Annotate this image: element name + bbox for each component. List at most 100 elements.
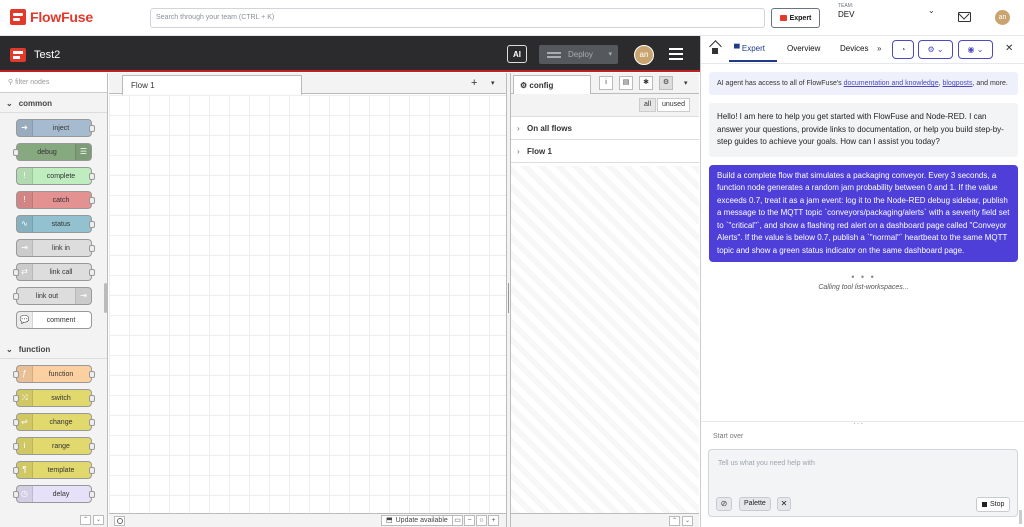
link-in-icon: ⇥ xyxy=(17,240,33,256)
input-port xyxy=(13,491,19,498)
menu-icon[interactable] xyxy=(669,48,683,60)
comment-icon: 💬 xyxy=(17,312,33,328)
deploy-button[interactable]: Deploy ▾ xyxy=(539,45,618,64)
typing-indicator: • • • xyxy=(851,272,876,282)
visibility-eye-icon[interactable]: ◉ ⌄ xyxy=(958,40,993,59)
attach-paperclip-icon[interactable]: ⊘ xyxy=(716,497,732,511)
nodered-header: Test2 AI Deploy ▾ an xyxy=(0,36,700,72)
collapse-all-button[interactable]: ⌃ xyxy=(80,515,91,525)
settings-gear-icon[interactable]: ⚙ ⌄ xyxy=(918,40,953,59)
palette-node[interactable]: 💬 comment xyxy=(16,311,92,329)
remove-chip-close-icon[interactable]: ✕ xyxy=(777,497,791,511)
palette-node[interactable]: ◷ delay xyxy=(13,485,95,503)
debug-bug-icon[interactable]: ✱ xyxy=(639,76,653,90)
user-message: Build a complete flow that simulates a p… xyxy=(709,164,1018,262)
collapse-all-button[interactable]: ⌃ xyxy=(669,516,680,526)
palette-node[interactable]: ⇥ link out xyxy=(13,287,92,305)
palette-scrollbar[interactable] xyxy=(104,283,107,313)
input-port xyxy=(13,371,19,378)
config-group-label: Flow 1 xyxy=(527,147,552,156)
search-flows-icon[interactable] xyxy=(114,516,125,526)
palette-node[interactable]: ! catch xyxy=(16,191,95,209)
timer-icon: ◷ xyxy=(17,486,33,502)
agent-info-banner: AI agent has access to all of FlowFuse's… xyxy=(709,72,1018,95)
palette-node[interactable]: ☰ debug xyxy=(13,143,92,161)
tab-devices[interactable]: Devices xyxy=(840,44,868,53)
instance-title: Test2 xyxy=(34,49,61,61)
config-group-flow-1[interactable]: › Flow 1 xyxy=(511,140,699,163)
palette-category-nodes: ➜ inject ☰ debug ! complete ! catch ∿ status ⇥ link… xyxy=(0,113,107,339)
tab-expert[interactable]: ▀ Expert xyxy=(734,44,765,53)
palette-context-chip: Palette xyxy=(739,497,771,511)
chevron-down-icon[interactable]: ▾ xyxy=(608,50,612,58)
palette-node[interactable]: i range xyxy=(13,437,95,455)
chat-input[interactable]: Tell us what you need help with xyxy=(718,460,815,467)
insights-icon[interactable]: ◔ xyxy=(892,40,914,59)
user-avatar[interactable]: an xyxy=(995,10,1010,25)
chevron-down-icon[interactable]: ▾ xyxy=(684,79,688,87)
tool-call-status: Calling tool list-workspaces... xyxy=(818,284,909,291)
palette-node[interactable]: ➜ inject xyxy=(16,119,95,137)
stop-button[interactable]: Stop xyxy=(976,497,1011,512)
link-call-icon: ⇄ xyxy=(17,264,33,280)
chevron-down-icon[interactable]: ▾ xyxy=(491,79,495,87)
palette-node[interactable]: ∿ status xyxy=(16,215,95,233)
update-available-button[interactable]: ⬒ Update available xyxy=(381,515,453,526)
filter-unused-button[interactable]: unused xyxy=(657,98,690,112)
navigator-icon[interactable]: ▭ xyxy=(452,515,463,526)
notifications-mail-icon[interactable] xyxy=(958,12,971,22)
palette-node[interactable]: ⇄ link call xyxy=(13,263,95,281)
function-icon: ƒ xyxy=(17,366,33,382)
team-selector[interactable]: TEAM: DEV xyxy=(838,3,854,19)
palette-category-0[interactable]: ⌄ common xyxy=(0,93,107,113)
info-icon[interactable]: i xyxy=(599,76,613,90)
tab-overview[interactable]: Overview xyxy=(787,44,820,53)
palette-node[interactable]: ƒ function xyxy=(13,365,95,383)
palette-node[interactable]: ⤨ switch xyxy=(13,389,95,407)
help-book-icon[interactable]: ▤ xyxy=(619,76,633,90)
stop-label: Stop xyxy=(990,501,1005,508)
output-port xyxy=(89,467,95,474)
workspace-canvas[interactable] xyxy=(109,95,506,513)
config-group-all-flows[interactable]: › On all flows xyxy=(511,117,699,140)
add-flow-icon[interactable]: + xyxy=(471,77,477,89)
close-icon[interactable]: ✕ xyxy=(1005,43,1013,54)
nodered-user-avatar[interactable]: an xyxy=(634,45,654,65)
more-tabs-icon[interactable]: » xyxy=(877,44,881,53)
palette-node[interactable]: ! complete xyxy=(16,167,95,185)
input-port xyxy=(13,467,19,474)
config-gear-icon[interactable]: ⚙ xyxy=(659,76,673,90)
output-port xyxy=(89,371,95,378)
input-port xyxy=(13,149,19,156)
ai-assistant-icon[interactable]: AI xyxy=(507,45,527,63)
palette-filter-input[interactable]: ⚲ filter nodes xyxy=(0,73,107,93)
palette-node[interactable]: ⇌ change xyxy=(13,413,95,431)
blogposts-link[interactable]: blogposts xyxy=(942,80,972,87)
config-filter-toolbar: all unused xyxy=(511,94,699,117)
team-search-input[interactable]: Search through your team (CTRL + K) xyxy=(150,8,765,28)
zoom-in-icon[interactable]: + xyxy=(488,515,499,526)
expand-all-button[interactable]: ⌄ xyxy=(93,515,104,525)
start-over-link[interactable]: Start over xyxy=(713,433,743,440)
resize-handle-icon[interactable]: ··· xyxy=(853,419,864,428)
panel-scrollbar[interactable] xyxy=(1019,510,1022,524)
tab-flow-1[interactable]: Flow 1 xyxy=(122,75,302,95)
tab-config[interactable]: ⚙ config xyxy=(513,75,591,95)
zoom-reset-icon[interactable]: ○ xyxy=(476,515,487,526)
docs-link[interactable]: documentation and knowledge xyxy=(844,80,939,87)
chevron-down-icon[interactable]: ⌄ xyxy=(928,6,935,15)
template-icon: ¶ xyxy=(17,462,33,478)
filter-all-button[interactable]: all xyxy=(639,98,657,112)
expand-all-button[interactable]: ⌄ xyxy=(682,516,693,526)
sidebar-footer: ⌃ ⌄ xyxy=(511,513,699,527)
palette-node[interactable]: ¶ template xyxy=(13,461,95,479)
home-icon[interactable] xyxy=(710,45,720,54)
output-port xyxy=(89,443,95,450)
zoom-out-icon[interactable]: − xyxy=(464,515,475,526)
chevron-down-icon: ⌄ xyxy=(6,99,13,108)
alert-icon: ! xyxy=(17,192,33,208)
palette-category-1[interactable]: ⌄ function xyxy=(0,339,107,359)
expert-button[interactable]: Expert xyxy=(771,8,820,28)
flowfuse-logo[interactable]: FlowFuse xyxy=(10,9,93,25)
palette-node[interactable]: ⇥ link in xyxy=(16,239,95,257)
